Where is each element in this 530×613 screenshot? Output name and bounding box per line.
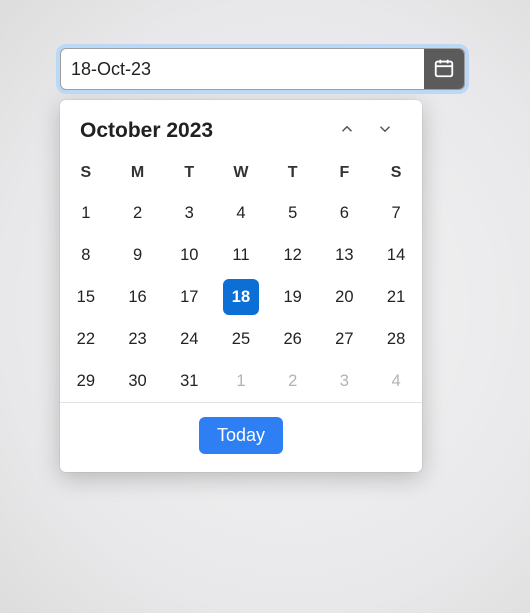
- calendar-day[interactable]: 8: [68, 237, 104, 273]
- calendar-day[interactable]: 21: [378, 279, 414, 315]
- calendar-footer: Today: [60, 402, 422, 472]
- date-input[interactable]: [61, 49, 424, 89]
- calendar-title[interactable]: October 2023: [80, 119, 328, 143]
- calendar-day[interactable]: 9: [120, 237, 156, 273]
- calendar-day[interactable]: 4: [223, 195, 259, 231]
- calendar-grid: SMTWTFS 12345678910111213141516171819202…: [60, 154, 422, 402]
- open-calendar-button[interactable]: [424, 49, 464, 89]
- calendar-day[interactable]: 22: [68, 321, 104, 357]
- calendar-popup: October 2023 SMTWTFS 1234567891011121314…: [60, 100, 422, 472]
- calendar-day[interactable]: 26: [275, 321, 311, 357]
- chevron-up-icon: [338, 120, 356, 143]
- calendar-day[interactable]: 20: [326, 279, 362, 315]
- calendar-day[interactable]: 11: [223, 237, 259, 273]
- calendar-day[interactable]: 7: [378, 195, 414, 231]
- calendar-day[interactable]: 28: [378, 321, 414, 357]
- calendar-day[interactable]: 5: [275, 195, 311, 231]
- calendar-day[interactable]: 17: [171, 279, 207, 315]
- calendar-day[interactable]: 3: [171, 195, 207, 231]
- calendar-day[interactable]: 29: [68, 363, 104, 399]
- calendar-day-other-month[interactable]: 1: [223, 363, 259, 399]
- prev-month-button[interactable]: [328, 114, 366, 148]
- calendar-day[interactable]: 18: [223, 279, 259, 315]
- next-month-button[interactable]: [366, 114, 404, 148]
- today-button[interactable]: Today: [199, 417, 283, 454]
- calendar-day[interactable]: 19: [275, 279, 311, 315]
- chevron-down-icon: [376, 120, 394, 143]
- calendar-day[interactable]: 30: [120, 363, 156, 399]
- weekday-header: M: [112, 154, 164, 192]
- calendar-day[interactable]: 12: [275, 237, 311, 273]
- calendar-day[interactable]: 10: [171, 237, 207, 273]
- calendar-day[interactable]: 24: [171, 321, 207, 357]
- calendar-day[interactable]: 15: [68, 279, 104, 315]
- date-field: [60, 48, 465, 90]
- weekday-header: S: [60, 154, 112, 192]
- calendar-day[interactable]: 2: [120, 195, 156, 231]
- weekday-header: S: [370, 154, 422, 192]
- calendar-day-other-month[interactable]: 4: [378, 363, 414, 399]
- weekday-header: W: [215, 154, 267, 192]
- calendar-icon: [433, 57, 455, 82]
- calendar-day[interactable]: 16: [120, 279, 156, 315]
- weekday-header: T: [163, 154, 215, 192]
- calendar-day[interactable]: 27: [326, 321, 362, 357]
- calendar-day[interactable]: 23: [120, 321, 156, 357]
- weekday-header: F: [319, 154, 371, 192]
- calendar-header: October 2023: [60, 100, 422, 154]
- calendar-day[interactable]: 31: [171, 363, 207, 399]
- weekday-header: T: [267, 154, 319, 192]
- calendar-day[interactable]: 14: [378, 237, 414, 273]
- calendar-day[interactable]: 1: [68, 195, 104, 231]
- calendar-day-other-month[interactable]: 3: [326, 363, 362, 399]
- calendar-day[interactable]: 13: [326, 237, 362, 273]
- calendar-day[interactable]: 25: [223, 321, 259, 357]
- calendar-day[interactable]: 6: [326, 195, 362, 231]
- calendar-day-other-month[interactable]: 2: [275, 363, 311, 399]
